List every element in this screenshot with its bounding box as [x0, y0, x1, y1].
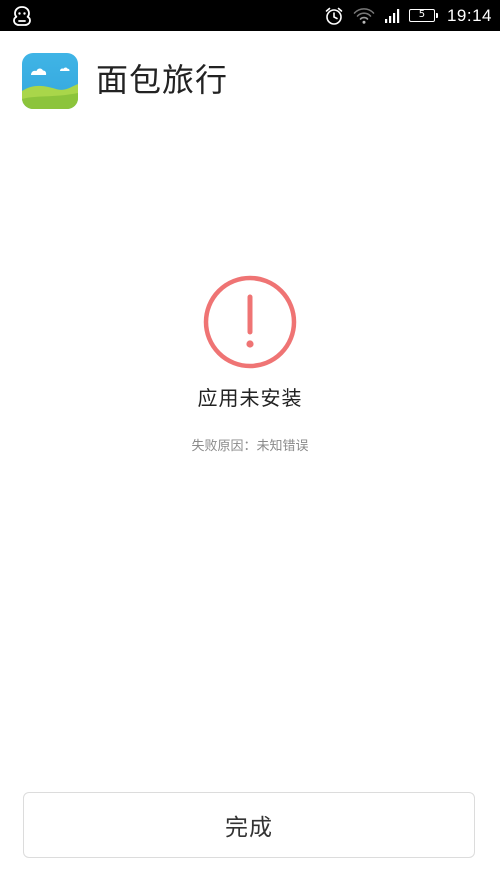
app-header: 面包旅行: [0, 31, 500, 131]
wifi-icon: [353, 7, 375, 24]
battery-icon: 5: [408, 9, 438, 22]
status-bar: 5 19:14: [0, 0, 500, 31]
breadtrip-app-icon: [22, 53, 78, 109]
notification-app-icon: [13, 6, 31, 26]
signal-icon: [384, 8, 400, 23]
failure-reason: 失败原因：未知错误: [191, 439, 309, 454]
status-time: 19:14: [446, 5, 492, 25]
exclamation-circle-icon: [203, 275, 297, 369]
alarm-icon: [325, 7, 343, 25]
app-title: 面包旅行: [96, 61, 229, 99]
battery-level: 5: [418, 9, 426, 20]
install-result: 应用未安装 失败原因：未知错误: [0, 274, 500, 456]
result-title: 应用未安装: [197, 386, 303, 410]
done-button[interactable]: 完成: [23, 792, 475, 858]
